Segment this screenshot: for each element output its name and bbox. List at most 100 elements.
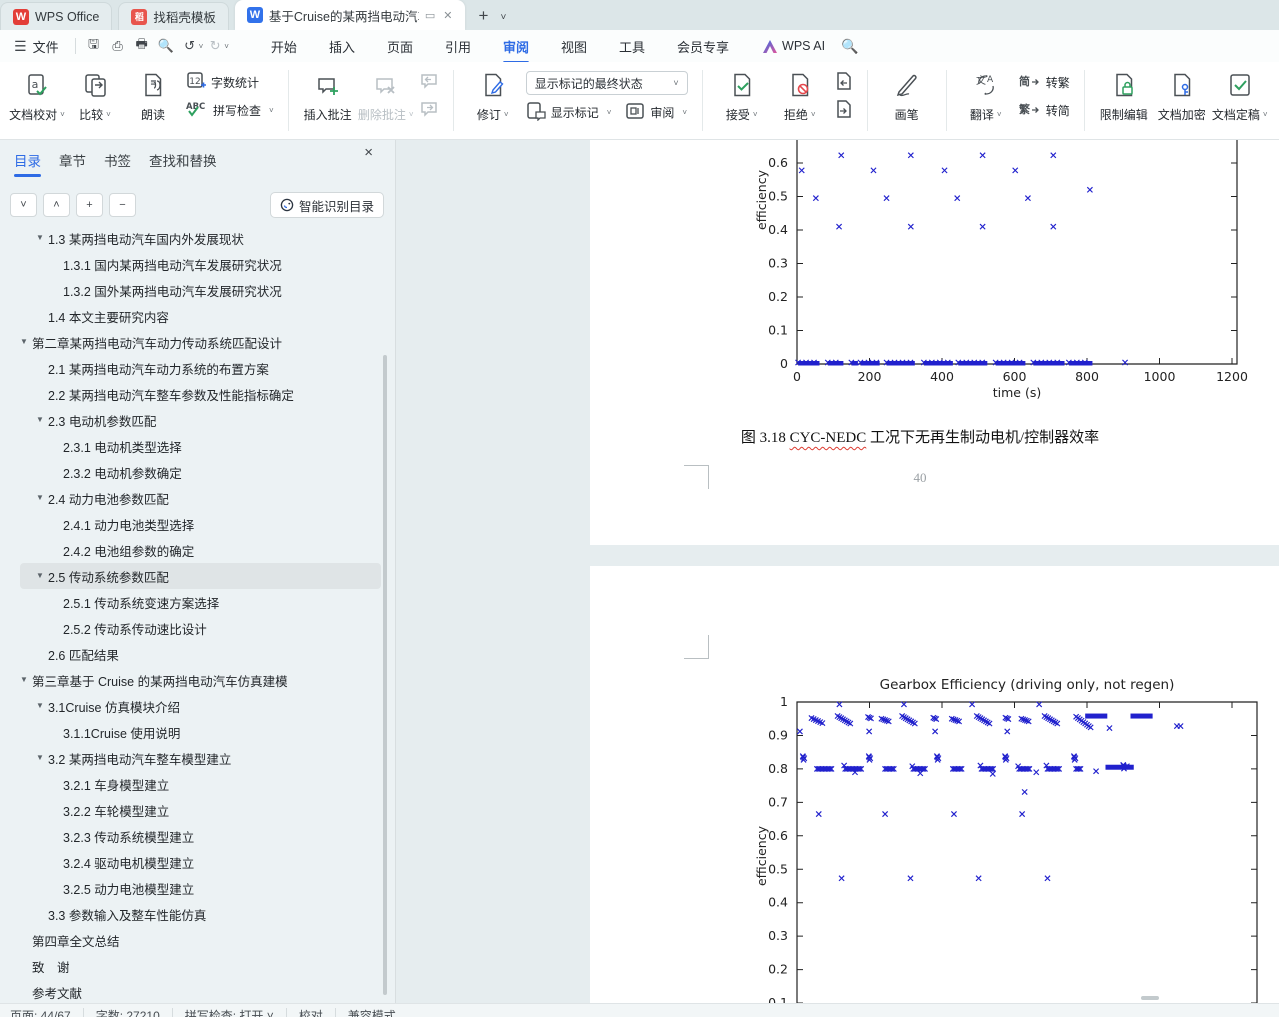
- comment-del-button[interactable]: 删除批注 ˅: [357, 68, 415, 123]
- reject-button[interactable]: 拒绝 ˅: [771, 68, 829, 123]
- collapse-arrow-icon[interactable]: ▼: [36, 493, 44, 502]
- collapse-arrow-icon[interactable]: ▼: [20, 675, 28, 684]
- toc-item-2[interactable]: 1.3.2 国外某两挡电动汽车发展研究状况: [0, 277, 395, 303]
- review-button[interactable]: 审阅 ˅: [625, 101, 687, 123]
- accept-button[interactable]: 接受 ˅: [713, 68, 771, 123]
- compare-button[interactable]: 比较 ˅: [66, 68, 124, 123]
- search-icon[interactable]: 🔍: [841, 38, 858, 55]
- toc-item-9[interactable]: 2.3.2 电动机参数确定: [0, 459, 395, 485]
- toc-item-16[interactable]: 2.6 匹配结果: [0, 641, 395, 667]
- jian-button[interactable]: 简 转繁: [1019, 71, 1070, 93]
- wordcount-button[interactable]: 12 字数统计: [186, 71, 274, 93]
- proof-button[interactable]: a 文档校对 ˅: [8, 68, 66, 123]
- menu-tab-3[interactable]: 引用: [429, 33, 487, 60]
- toc-item-20[interactable]: ▼ 3.2 某两挡电动汽车整车模型建立: [0, 745, 395, 771]
- smart-toc-button[interactable]: 智能识别目录: [269, 192, 384, 218]
- export-icon[interactable]: ⎙: [106, 35, 130, 57]
- toc-item-14[interactable]: 2.5.1 传动系统变速方案选择: [0, 589, 395, 615]
- toc-item-27[interactable]: 第四章全文总结: [0, 927, 395, 953]
- toc-item-28[interactable]: 致 谢: [0, 953, 395, 979]
- sidebar-scrollbar[interactable]: [383, 355, 387, 995]
- toc-item-15[interactable]: 2.5.2 传动系传动速比设计: [0, 615, 395, 641]
- showmark-button[interactable]: 显示标记 ˅: [526, 101, 611, 123]
- toc-item-11[interactable]: 2.4.1 动力电池类型选择: [0, 511, 395, 537]
- tab-close-icon[interactable]: ✕: [443, 9, 452, 22]
- collapse-arrow-icon[interactable]: ▼: [36, 571, 44, 580]
- window-tab-1[interactable]: 稻找稻壳模板: [118, 2, 229, 30]
- print-preview-icon[interactable]: 🔍: [154, 35, 178, 57]
- toc-item-19[interactable]: 3.1.1Cruise 使用说明: [0, 719, 395, 745]
- final-button[interactable]: 文档定稿 ˅: [1211, 68, 1269, 123]
- comment-add-button[interactable]: 插入批注: [299, 68, 357, 123]
- toc-item-3[interactable]: 1.4 本文主要研究内容: [0, 303, 395, 329]
- toc-item-7[interactable]: ▼ 2.3 电动机参数匹配: [0, 407, 395, 433]
- horizontal-scrollbar[interactable]: [1141, 996, 1159, 1000]
- markup-state-combobox[interactable]: 显示标记的最终状态 ˅: [525, 71, 688, 95]
- tab-list-dropdown-icon[interactable]: ˅: [500, 12, 506, 23]
- toc-item-18[interactable]: ▼ 3.1Cruise 仿真模块介绍: [0, 693, 395, 719]
- menu-tab-5[interactable]: 视图: [545, 33, 603, 60]
- collapse-arrow-icon[interactable]: ▼: [36, 753, 44, 762]
- status-item-3[interactable]: 校对: [299, 1007, 323, 1017]
- print-icon[interactable]: 🖶: [130, 35, 154, 57]
- status-item-2[interactable]: 拼写检查: 打开 ˅: [185, 1007, 274, 1017]
- collapse-arrow-icon[interactable]: ▼: [36, 233, 44, 242]
- wps-ai-entry[interactable]: WPS AI: [763, 39, 825, 53]
- sidebar-tab-3[interactable]: 查找和替换: [149, 150, 217, 174]
- toc-item-10[interactable]: ▼ 2.4 动力电池参数匹配: [0, 485, 395, 511]
- read-button[interactable]: ≣ 朗读: [124, 68, 182, 123]
- toc-item-24[interactable]: 3.2.4 驱动电机模型建立: [0, 849, 395, 875]
- zoom-out-button[interactable]: −: [109, 193, 136, 217]
- collapse-arrow-icon[interactable]: ▼: [36, 415, 44, 424]
- menu-tab-2[interactable]: 页面: [371, 33, 429, 60]
- file-menu[interactable]: 文件: [33, 37, 59, 56]
- revise-button[interactable]: 修订 ˅: [464, 68, 522, 123]
- expand-all-button[interactable]: ˅: [10, 193, 37, 217]
- toc-item-8[interactable]: 2.3.1 电动机类型选择: [0, 433, 395, 459]
- save-icon[interactable]: 🖫: [82, 35, 106, 57]
- menu-tab-0[interactable]: 开始: [255, 33, 313, 60]
- window-tab-0[interactable]: W WPS Office: [0, 2, 113, 30]
- hamburger-menu-icon[interactable]: ☰: [14, 38, 27, 55]
- menu-tab-1[interactable]: 插入: [313, 33, 371, 60]
- toc-item-23[interactable]: 3.2.3 传动系统模型建立: [0, 823, 395, 849]
- toc-item-13[interactable]: ▼ 2.5 传动系统参数匹配: [0, 563, 395, 589]
- translate-button[interactable]: 文 A 翻译 ˅: [957, 68, 1015, 123]
- toc-item-0[interactable]: ▼ 1.3 某两挡电动汽车国内外发展现状: [0, 225, 395, 251]
- menu-tab-4[interactable]: 审阅: [487, 33, 545, 64]
- menu-tab-6[interactable]: 工具: [603, 33, 661, 60]
- toc-item-25[interactable]: 3.2.5 动力电池模型建立: [0, 875, 395, 901]
- sidebar-close-icon[interactable]: ×: [364, 144, 373, 161]
- pen-button[interactable]: 画笔: [878, 68, 936, 123]
- redo-dropdown-icon[interactable]: ˅: [224, 42, 229, 51]
- zoom-in-button[interactable]: +: [76, 193, 103, 217]
- sidebar-tab-0[interactable]: 目录: [14, 150, 41, 177]
- toc-item-29[interactable]: 参考文献: [0, 979, 395, 1005]
- menu-tab-7[interactable]: 会员专享: [661, 33, 745, 60]
- status-item-4[interactable]: 兼容模式: [348, 1007, 396, 1017]
- document-page-40[interactable]: 0 0.1 0.2 0.3 0.4 0.5 0.6 0 200 400 600 800 1000 1200…: [590, 140, 1279, 545]
- toc-item-5[interactable]: 2.1 某两挡电动汽车动力系统的布置方案: [0, 355, 395, 381]
- fan-button[interactable]: 繁转简: [1018, 99, 1070, 121]
- toc-item-21[interactable]: 3.2.1 车身模型建立: [0, 771, 395, 797]
- toc-item-22[interactable]: 3.2.2 车轮模型建立: [0, 797, 395, 823]
- new-tab-button[interactable]: +: [479, 6, 489, 26]
- collapse-all-button[interactable]: ˄: [43, 193, 70, 217]
- window-tab-2[interactable]: W 基于Cruise的某两挡电动汽车仿真 ▭ ✕: [234, 0, 465, 30]
- comment-next-button[interactable]: [419, 99, 439, 121]
- status-item-0[interactable]: 页面: 44/67: [10, 1007, 71, 1017]
- collapse-arrow-icon[interactable]: ▼: [36, 701, 44, 710]
- toc-item-12[interactable]: 2.4.2 电池组参数的确定: [0, 537, 395, 563]
- rev-next-button[interactable]: [833, 99, 853, 121]
- toc-item-4[interactable]: ▼ 第二章某两挡电动汽车动力传动系统匹配设计: [0, 329, 395, 355]
- status-item-1[interactable]: 字数: 27210: [96, 1007, 160, 1017]
- document-canvas[interactable]: 0 0.1 0.2 0.3 0.4 0.5 0.6 0 200 400 600 800 1000 1200…: [396, 140, 1279, 1003]
- toc-item-17[interactable]: ▼ 第三章基于 Cruise 的某两挡电动汽车仿真建模: [0, 667, 395, 693]
- sidebar-tab-2[interactable]: 书签: [104, 150, 131, 174]
- collapse-arrow-icon[interactable]: ▼: [20, 337, 28, 346]
- toc-item-1[interactable]: 1.3.1 国内某两挡电动汽车发展研究状况: [0, 251, 395, 277]
- encrypt-button[interactable]: 文档加密: [1153, 68, 1211, 123]
- document-page-41[interactable]: Gearbox Efficiency (driving only, not re…: [590, 566, 1279, 1003]
- sidebar-tab-1[interactable]: 章节: [59, 150, 86, 174]
- toc-item-26[interactable]: 3.3 参数输入及整车性能仿真: [0, 901, 395, 927]
